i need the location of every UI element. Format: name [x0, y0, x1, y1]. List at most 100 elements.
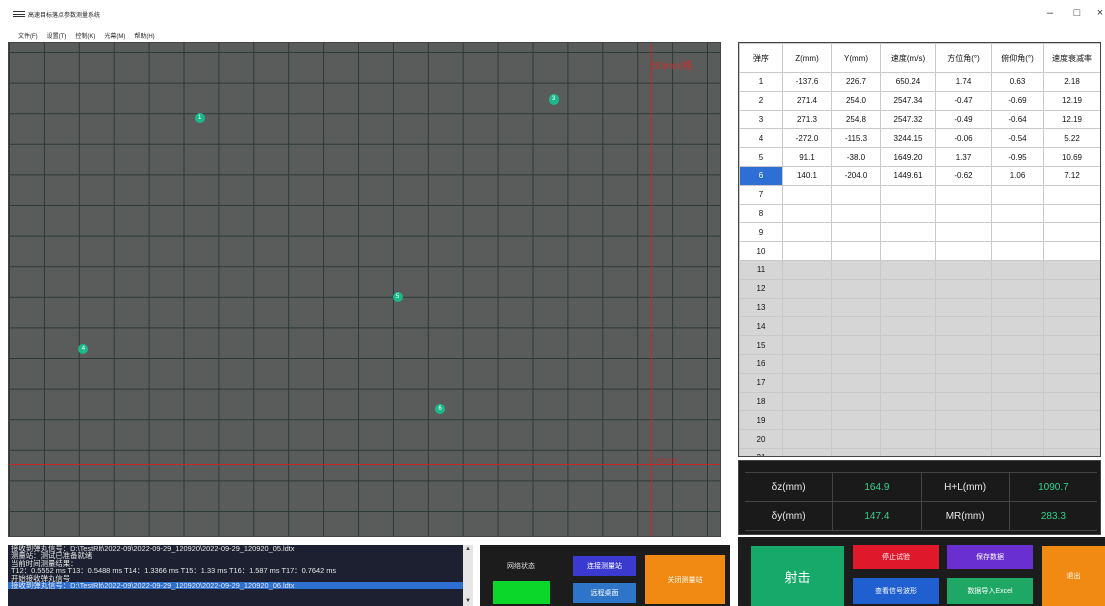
- table-cell[interactable]: [991, 241, 1044, 261]
- close-station-button[interactable]: 关闭测量站: [645, 555, 725, 604]
- table-cell[interactable]: -0.49: [935, 109, 992, 130]
- table-cell[interactable]: [831, 372, 881, 393]
- table-cell[interactable]: [991, 184, 1044, 205]
- table-row[interactable]: 20: [739, 429, 1100, 449]
- view-waveform-button[interactable]: 查看信号波形: [853, 578, 939, 604]
- table-cell[interactable]: [880, 184, 936, 205]
- row-index-cell[interactable]: 11: [739, 259, 783, 280]
- table-row[interactable]: 1 -137.6 226.7 650.24 1.74 0.63 2.18: [739, 72, 1100, 92]
- table-cell[interactable]: [935, 278, 992, 299]
- table-cell[interactable]: [782, 391, 832, 412]
- table-cell[interactable]: 12.19: [1043, 109, 1100, 130]
- table-cell[interactable]: [880, 447, 936, 456]
- table-cell[interactable]: 12.19: [1043, 90, 1100, 111]
- table-cell[interactable]: 1.74: [935, 72, 992, 92]
- table-cell[interactable]: [880, 372, 936, 393]
- column-header[interactable]: 弹序: [739, 43, 783, 73]
- row-index-cell[interactable]: 18: [739, 391, 783, 412]
- table-cell[interactable]: 2547.32: [880, 109, 936, 130]
- exit-button[interactable]: 退出: [1042, 546, 1105, 606]
- table-cell[interactable]: [831, 203, 881, 224]
- table-cell[interactable]: [935, 184, 992, 205]
- table-cell[interactable]: [935, 297, 992, 318]
- table-cell[interactable]: 271.4: [782, 90, 832, 111]
- table-row[interactable]: 11: [739, 259, 1100, 280]
- table-cell[interactable]: 140.1: [782, 165, 832, 186]
- table-cell[interactable]: [1043, 391, 1100, 412]
- table-cell[interactable]: [935, 391, 992, 412]
- table-cell[interactable]: -115.3: [831, 128, 881, 149]
- menu-settings[interactable]: 设置(T): [47, 31, 67, 40]
- row-index-cell[interactable]: 7: [739, 184, 783, 205]
- scroll-up-icon[interactable]: ▲: [465, 546, 471, 553]
- table-cell[interactable]: [991, 259, 1044, 280]
- table-cell[interactable]: [831, 353, 881, 374]
- table-cell[interactable]: -0.69: [991, 90, 1044, 111]
- table-cell[interactable]: [991, 278, 1044, 299]
- table-cell[interactable]: [782, 259, 832, 280]
- table-cell[interactable]: [991, 222, 1044, 243]
- connect-station-button[interactable]: 连接测量站: [573, 556, 636, 576]
- column-header[interactable]: 速度衰减率: [1043, 43, 1100, 73]
- column-header[interactable]: Z(mm): [782, 43, 832, 73]
- table-row[interactable]: 8: [739, 203, 1100, 224]
- table-cell[interactable]: [831, 222, 881, 243]
- table-cell[interactable]: [782, 429, 832, 449]
- table-cell[interactable]: [1043, 335, 1100, 355]
- table-cell[interactable]: [831, 259, 881, 280]
- row-index-cell[interactable]: 17: [739, 372, 783, 393]
- table-cell[interactable]: [935, 372, 992, 393]
- table-cell[interactable]: [782, 353, 832, 374]
- row-index-cell[interactable]: 4: [739, 128, 783, 149]
- table-cell[interactable]: 0.63: [991, 72, 1044, 92]
- table-cell[interactable]: [1043, 278, 1100, 299]
- table-cell[interactable]: [935, 241, 992, 261]
- table-row[interactable]: 6 140.1 -204.0 1449.61 -0.62 1.06 7.12: [739, 165, 1100, 186]
- table-cell[interactable]: -0.47: [935, 90, 992, 111]
- row-index-cell[interactable]: 13: [739, 297, 783, 318]
- table-cell[interactable]: [935, 429, 992, 449]
- table-cell[interactable]: [831, 335, 881, 355]
- table-cell[interactable]: [880, 391, 936, 412]
- row-index-cell[interactable]: 12: [739, 278, 783, 299]
- table-cell[interactable]: -272.0: [782, 128, 832, 149]
- menu-light-curtain[interactable]: 光幕(M): [104, 31, 125, 40]
- table-row[interactable]: 14: [739, 316, 1100, 337]
- table-cell[interactable]: [1043, 184, 1100, 205]
- table-cell[interactable]: [831, 241, 881, 261]
- table-cell[interactable]: [1043, 447, 1100, 456]
- table-cell[interactable]: -38.0: [831, 147, 881, 167]
- table-cell[interactable]: [782, 241, 832, 261]
- row-index-cell[interactable]: 10: [739, 241, 783, 261]
- table-cell[interactable]: [1043, 372, 1100, 393]
- target-plot[interactable]: 300,330 50mm/格 123456: [8, 42, 721, 537]
- export-excel-button[interactable]: 数据导入Excel: [947, 578, 1033, 604]
- table-cell[interactable]: [782, 297, 832, 318]
- table-cell[interactable]: [991, 429, 1044, 449]
- table-cell[interactable]: [1043, 316, 1100, 337]
- close-window-button[interactable]: ×: [1093, 7, 1105, 19]
- table-cell[interactable]: 91.1: [782, 147, 832, 167]
- table-cell[interactable]: 7.12: [1043, 165, 1100, 186]
- menu-control[interactable]: 控制(K): [75, 31, 95, 40]
- table-cell[interactable]: [1043, 222, 1100, 243]
- table-row[interactable]: 7: [739, 184, 1100, 205]
- table-cell[interactable]: [1043, 429, 1100, 449]
- table-cell[interactable]: [1043, 241, 1100, 261]
- row-index-cell[interactable]: 6: [739, 165, 783, 186]
- table-cell[interactable]: [880, 297, 936, 318]
- row-index-cell[interactable]: 20: [739, 429, 783, 449]
- table-row[interactable]: 21: [739, 447, 1100, 456]
- table-cell[interactable]: [991, 316, 1044, 337]
- table-cell[interactable]: [880, 222, 936, 243]
- table-row[interactable]: 12: [739, 278, 1100, 299]
- table-cell[interactable]: [935, 203, 992, 224]
- row-index-cell[interactable]: 15: [739, 335, 783, 355]
- table-cell[interactable]: [991, 372, 1044, 393]
- table-row[interactable]: 16: [739, 353, 1100, 374]
- row-index-cell[interactable]: 2: [739, 90, 783, 111]
- table-row[interactable]: 5 91.1 -38.0 1649.20 1.37 -0.95 10.69: [739, 147, 1100, 167]
- table-row[interactable]: 9: [739, 222, 1100, 243]
- table-cell[interactable]: [935, 316, 992, 337]
- row-index-cell[interactable]: 16: [739, 353, 783, 374]
